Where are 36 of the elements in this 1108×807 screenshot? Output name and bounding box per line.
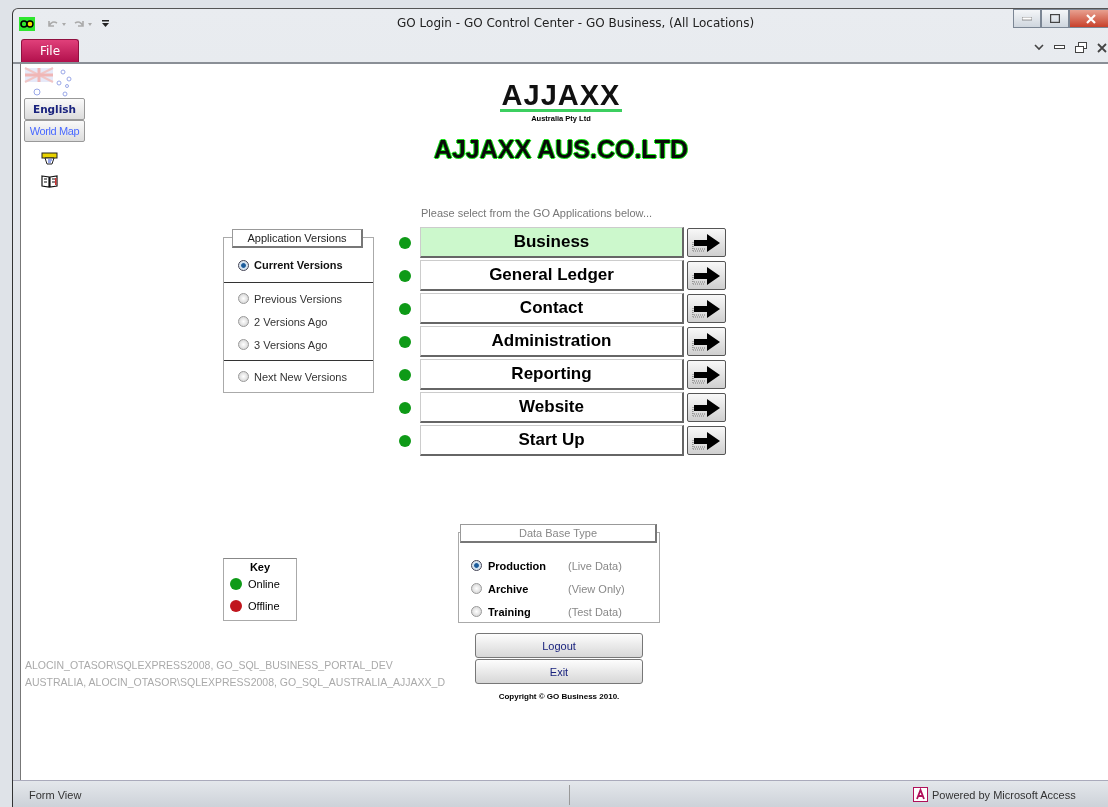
language-button[interactable]: World Map	[24, 120, 85, 142]
key-label: Offline	[248, 600, 280, 612]
panel-title: Application Versions	[232, 229, 363, 248]
option-note: (Live Data)	[568, 559, 622, 572]
application-button[interactable]: Contact	[420, 293, 684, 324]
company-name: AJJAXX AUS.CO.LTD	[433, 135, 689, 163]
option-label: Current Versions	[254, 259, 343, 271]
application-button[interactable]: Reporting	[420, 359, 684, 390]
option-note: (Test Data)	[568, 605, 622, 618]
action-button[interactable]: Exit	[475, 659, 643, 684]
option-label: Training	[488, 605, 532, 618]
option-label: 3 Versions Ago	[254, 338, 328, 351]
option-label: Previous Versions	[254, 292, 343, 305]
connection-text: AUSTRALIA, ALOCIN_OTASOR\SQLEXPRESS2008, GO_SQL_AUSTRALIA_AJJAXX_D	[25, 675, 445, 690]
file-tab[interactable]: File	[21, 39, 79, 62]
key-label: Online	[248, 578, 280, 590]
window-title: GO Login - GO Control Center - GO Business, (All Locations)	[397, 16, 755, 30]
application-button[interactable]: Start Up	[420, 425, 684, 456]
instruction-text: Please select from the GO Applications below...	[421, 207, 654, 219]
application-button[interactable]: Administration	[420, 326, 684, 357]
application-button[interactable]: Website	[420, 392, 684, 423]
copyright-text: Copyright © GO Business 2010.	[498, 692, 620, 701]
option-label: Archive	[488, 582, 530, 595]
view-mode-label: Form View	[29, 788, 83, 801]
application-button[interactable]: Business	[420, 227, 684, 258]
option-label: Next New Versions	[254, 370, 347, 383]
language-button[interactable]: English	[24, 98, 85, 120]
powered-by-label: Powered by Microsoft Access	[932, 788, 1076, 801]
key-title: Key	[249, 561, 271, 573]
connection-text: ALOCIN_OTASOR\SQLEXPRESS2008, GO_SQL_BUSINESS_PORTAL_DEV	[25, 658, 393, 673]
option-label: 2 Versions Ago	[254, 315, 328, 328]
panel-title: Data Base Type	[460, 524, 657, 543]
option-label: Production	[488, 559, 548, 572]
option-note: (View Only)	[568, 582, 625, 595]
application-button[interactable]: General Ledger	[420, 260, 684, 291]
action-button[interactable]: Logout	[475, 633, 643, 658]
